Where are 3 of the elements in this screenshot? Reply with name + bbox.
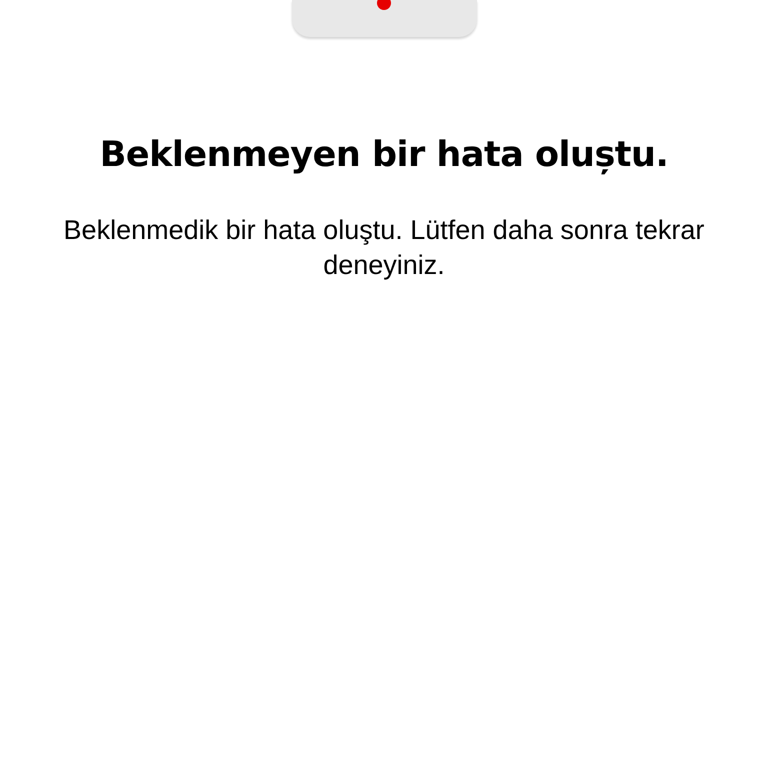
error-title: Beklenmeyen bir hata oluștu.: [98, 135, 670, 175]
error-message: Beklenmedik bir hata oluştu. Lütfen daha sonra tekrar deneyiniz.: [62, 214, 706, 282]
dot-icon: [377, 0, 391, 10]
